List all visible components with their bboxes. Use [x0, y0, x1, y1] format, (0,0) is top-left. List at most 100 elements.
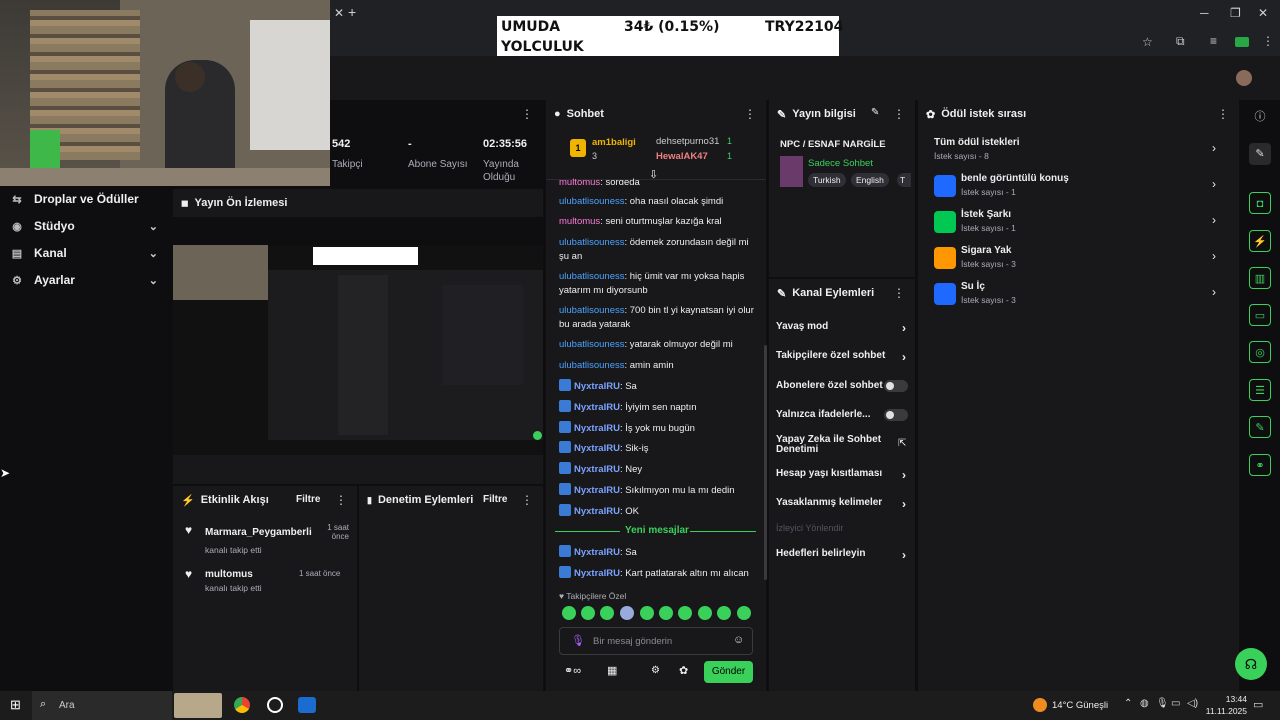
- top-gifter-name[interactable]: am1baligi: [592, 137, 636, 148]
- banned-words-item[interactable]: Yasaklanmış kelimeler ›: [776, 497, 910, 511]
- nav-settings[interactable]: ⚙ Ayarlar ⌄: [0, 267, 170, 293]
- trash-icon[interactable]: ▥: [1249, 267, 1271, 289]
- emote[interactable]: [698, 606, 712, 620]
- followers-only-item[interactable]: Takipçilere özel sohbet ›: [776, 350, 910, 364]
- rewards-menu-icon[interactable]: ⋮: [1217, 107, 1229, 121]
- steam-icon[interactable]: [298, 697, 316, 713]
- tag-chip[interactable]: T: [897, 173, 911, 187]
- new-tab-icon[interactable]: +: [348, 4, 356, 20]
- wrench-icon[interactable]: ✎: [1249, 416, 1271, 438]
- reward-item[interactable]: Sigara Yak İstek sayısı - 3 ›: [934, 245, 1224, 273]
- flash-icon[interactable]: ⚡: [1249, 230, 1271, 252]
- edit-icon[interactable]: ✎: [871, 107, 879, 118]
- chat-message: NyxtraIRU: Sik-iş: [559, 441, 759, 456]
- chat-icon[interactable]: ▭: [1249, 304, 1271, 326]
- emote[interactable]: [659, 606, 673, 620]
- stream-info-panel: ✎ Yayın bilgisi ✎ ⋮ NPC / ESNAF NARGİLE …: [769, 100, 915, 277]
- activity-filter-button[interactable]: Filtre: [296, 494, 320, 505]
- emoji-icon[interactable]: ☺: [733, 634, 744, 646]
- emote[interactable]: [737, 606, 751, 620]
- subscribers-only-toggle[interactable]: [884, 380, 908, 392]
- clock-time[interactable]: 13:44: [1211, 694, 1247, 704]
- connections-icon[interactable]: ⚭: [1249, 454, 1271, 476]
- nav-channel[interactable]: ▤ Kanal ⌄: [0, 240, 170, 266]
- send-button[interactable]: Gönder: [704, 661, 753, 683]
- emote[interactable]: [562, 606, 576, 620]
- emote[interactable]: [581, 606, 595, 620]
- taskbar-search[interactable]: ⌕ Ara: [32, 691, 172, 720]
- channel-actions-menu-icon[interactable]: ⋮: [893, 286, 905, 300]
- tray-chevron-icon[interactable]: ⌃: [1124, 698, 1132, 709]
- volume-icon[interactable]: ◁): [1187, 698, 1198, 709]
- broadcast-icon[interactable]: ◎: [1249, 341, 1271, 363]
- tag-chip[interactable]: Turkish: [808, 173, 846, 187]
- microphone-icon[interactable]: 🎙: [1156, 698, 1169, 709]
- profile-extension-icon[interactable]: [1235, 37, 1249, 47]
- tab-search-icon[interactable]: ≡: [1210, 34, 1217, 48]
- chevron-down-icon: ⌄: [148, 274, 158, 287]
- extensions-icon[interactable]: ⧉: [1176, 34, 1185, 49]
- obs-icon[interactable]: [267, 697, 283, 713]
- chat-message: NyxtraIRU: İş yok mu bugün: [559, 421, 759, 436]
- bot-icon[interactable]: ✿: [679, 664, 688, 677]
- chat-message: NyxtraIRU: İyiyim sen naptın: [559, 400, 759, 415]
- avatar[interactable]: [1236, 70, 1252, 86]
- clip-icon[interactable]: ◘: [1249, 192, 1271, 214]
- account-age-item[interactable]: Hesap yaşı kısıtlaması ›: [776, 468, 910, 482]
- gifter-name[interactable]: dehsetpurno31: [656, 136, 719, 147]
- chat-input[interactable]: 🎙 Bir mesaj gönderin ☺: [559, 627, 753, 655]
- help-button[interactable]: ☊: [1235, 648, 1267, 680]
- emote[interactable]: [678, 606, 692, 620]
- windows-start-icon[interactable]: ⊞: [10, 697, 21, 713]
- info-icon[interactable]: ⓘ: [1249, 106, 1271, 128]
- store-icon[interactable]: ▦: [607, 664, 617, 677]
- slow-mode-item[interactable]: Yavaş mod ›: [776, 321, 910, 335]
- reward-item[interactable]: Su İç İstek sayısı - 3 ›: [934, 281, 1224, 309]
- network-icon[interactable]: ▭: [1171, 698, 1180, 709]
- gifter-name[interactable]: HewalAK47: [656, 151, 708, 162]
- emote[interactable]: [717, 606, 731, 620]
- chat-menu-icon[interactable]: ⋮: [744, 107, 756, 121]
- all-rewards-item[interactable]: Tüm ödül istekleri İstek sayısı - 8 ›: [934, 137, 1224, 165]
- close-tab-icon[interactable]: ✕: [334, 6, 344, 20]
- emote[interactable]: [640, 606, 654, 620]
- external-link-icon[interactable]: ⇱: [898, 438, 906, 449]
- viewers-icon[interactable]: ⚭∞: [564, 664, 581, 677]
- chrome-icon[interactable]: [234, 697, 250, 713]
- reward-item[interactable]: İstek Şarkı İstek sayısı - 1 ›: [934, 209, 1224, 237]
- maximize-icon[interactable]: ❐: [1230, 6, 1241, 20]
- goals-item[interactable]: Hedefleri belirleyin ›: [776, 548, 910, 562]
- activity-menu-icon[interactable]: ⋮: [335, 493, 347, 507]
- ai-moderation-item[interactable]: Yapay Zeka ile Sohbet Denetimi: [776, 435, 886, 455]
- weather-text[interactable]: 14°C Güneşli: [1052, 700, 1108, 711]
- notification-icon[interactable]: ▭: [1253, 698, 1263, 711]
- list-icon[interactable]: ☰: [1249, 379, 1271, 401]
- emote[interactable]: [620, 606, 634, 620]
- moderation-filter-button[interactable]: Filtre: [483, 494, 507, 505]
- user-badge-icon: [559, 504, 571, 516]
- chat-scrollbar[interactable]: [764, 345, 767, 580]
- stats-menu-icon[interactable]: ⋮: [521, 107, 533, 121]
- moderation-menu-icon[interactable]: ⋮: [521, 493, 533, 507]
- edit-icon[interactable]: ✎: [1249, 143, 1271, 165]
- stream-preview[interactable]: [173, 245, 543, 455]
- tag-chip[interactable]: English: [851, 173, 889, 187]
- stats-panel: ⋮ 542 Takipçi - Abone Sayısı 02:35:56 Ya…: [330, 100, 543, 188]
- water-icon: [934, 283, 956, 305]
- list-item: ♥ multomus kanalı takip etti 1 saat önce: [185, 567, 341, 593]
- tray-app-icon[interactable]: ◍: [1140, 698, 1149, 709]
- clock-date[interactable]: 11.11.2025: [1200, 706, 1247, 716]
- reward-item[interactable]: benle görüntülü konuş İstek sayısı - 1 ›: [934, 173, 1224, 201]
- nav-drops-rewards[interactable]: ⇆ Droplar ve Ödüller: [0, 186, 170, 212]
- bookmark-star-icon[interactable]: ☆: [1142, 35, 1153, 49]
- gear-icon[interactable]: ⚙: [651, 665, 660, 676]
- minimize-icon[interactable]: ─: [1200, 6, 1209, 20]
- nav-studio[interactable]: ◉ Stüdyo ⌄: [0, 213, 170, 239]
- window-close-icon[interactable]: ✕: [1258, 6, 1268, 20]
- browser-menu-icon[interactable]: ⋮: [1262, 34, 1274, 48]
- stream-subtitle[interactable]: Sadece Sohbet: [808, 158, 873, 169]
- microphone-icon[interactable]: 🎙: [571, 634, 585, 647]
- emote[interactable]: [600, 606, 614, 620]
- emote-only-toggle[interactable]: [884, 409, 908, 421]
- stream-info-menu-icon[interactable]: ⋮: [893, 107, 905, 121]
